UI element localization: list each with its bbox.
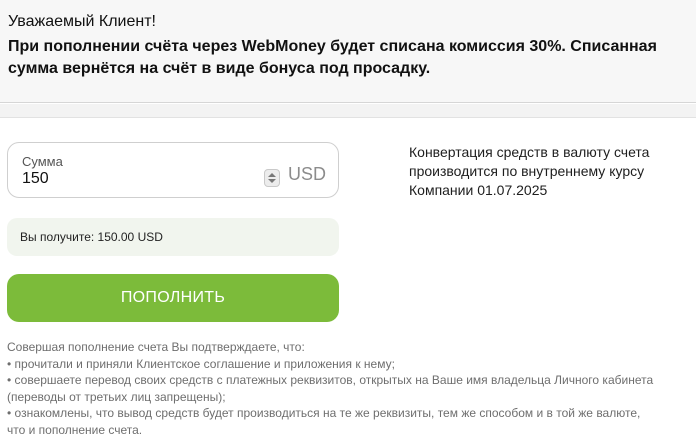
commission-notice: Уважаемый Клиент! При пополнении счёта ч… [0,0,696,103]
notice-greeting: Уважаемый Клиент! [8,13,156,30]
step-up-icon[interactable] [268,173,276,177]
terms-item: • ознакомлены, что вывод средств будет п… [7,406,641,437]
step-down-icon[interactable] [268,179,276,183]
conversion-note: Конвертация средств в валюту счета произ… [409,144,650,198]
receive-amount-box: Вы получите: 150.00 USD [7,218,339,256]
notice-text: При пополнении счёта через WebMoney буде… [8,38,657,77]
section-divider [0,104,696,118]
deposit-button[interactable]: ПОПОЛНИТЬ [7,274,339,322]
number-stepper-icon[interactable] [264,169,280,187]
amount-field[interactable]: Сумма 150 USD [7,142,339,198]
terms-item: • совершаете перевод своих средств с пла… [7,373,654,404]
terms-item: • прочитали и приняли Клиентское соглаше… [7,356,395,371]
currency-label: USD [288,164,327,184]
terms-intro: Совершая пополнение счета Вы подтверждае… [7,340,305,354]
receive-amount-text: Вы получите: 150.00 USD [20,230,163,244]
amount-label: Сумма [22,154,63,169]
terms-block: Совершая пополнение счета Вы подтверждае… [7,339,657,438]
amount-input[interactable]: 150 [22,170,49,188]
